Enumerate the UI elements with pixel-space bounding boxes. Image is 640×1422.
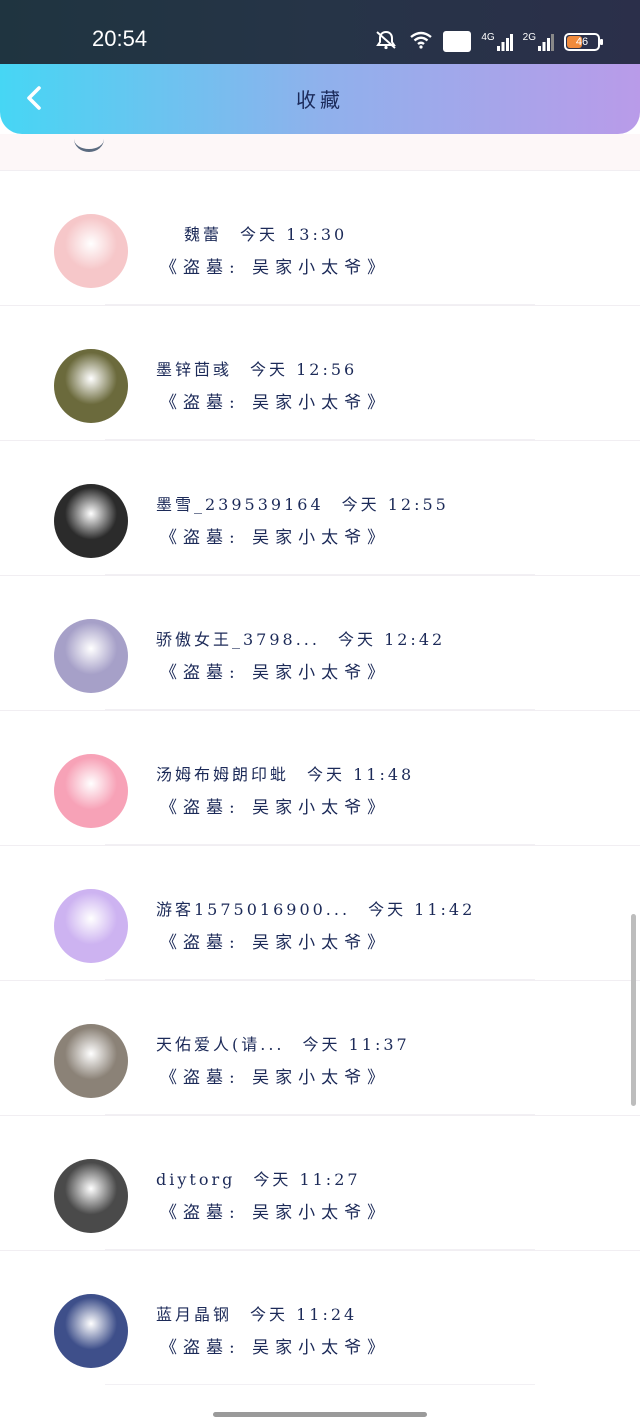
user-name[interactable]: 墨锌茴彧 (156, 360, 232, 379)
book-title[interactable]: 《盗墓: 吴家小太爷》 (160, 928, 390, 953)
user-name[interactable]: 魏蕾 (184, 225, 222, 244)
timestamp: 今天 12:42 (337, 630, 446, 649)
list-item[interactable]: 魏蕾 今天 13:30 《盗墓: 吴家小太爷》 (0, 170, 640, 305)
item-meta: 墨锌茴彧 今天 12:56 (156, 356, 357, 380)
user-name[interactable]: 墨雪_239539164 (156, 495, 324, 514)
battery-level: 46 (575, 35, 589, 48)
timestamp: 今天 11:48 (307, 765, 415, 784)
user-name[interactable]: 游客1575016900... (156, 900, 350, 919)
book-title[interactable]: 《盗墓: 吴家小太爷》 (160, 793, 390, 818)
user-name[interactable]: 汤姆布姆朗印蚍 (156, 765, 289, 784)
item-meta: 魏蕾 今天 13:30 (156, 221, 347, 245)
timestamp: 今天 13:30 (240, 225, 348, 244)
item-meta: 骄傲女王_3798... 今天 12:42 (156, 626, 445, 650)
avatar[interactable] (54, 889, 128, 963)
bell-off-icon (373, 30, 399, 53)
partial-avatar (74, 134, 104, 152)
timestamp: 今天 11:27 (253, 1170, 361, 1189)
list-item[interactable]: 汤姆布姆朗印蚍 今天 11:48 《盗墓: 吴家小太爷》 (0, 710, 640, 845)
list-item[interactable]: 骄傲女王_3798... 今天 12:42 《盗墓: 吴家小太爷》 (0, 575, 640, 710)
favorites-list[interactable]: 魏蕾 今天 13:30 《盗墓: 吴家小太爷》 墨锌茴彧 今天 12:56 《盗墓: 吴家… (0, 134, 640, 1422)
user-name[interactable]: 天佑爱人(请... (156, 1035, 285, 1054)
scrollbar[interactable] (631, 914, 636, 1106)
avatar[interactable] (54, 484, 128, 558)
user-name[interactable]: 骄傲女王_3798... (156, 630, 320, 649)
avatar[interactable] (54, 754, 128, 828)
status-icons: HD 4G 2G 46 (373, 30, 603, 53)
timestamp: 今天 12:56 (250, 360, 358, 379)
avatar[interactable] (54, 214, 128, 288)
item-meta: 天佑爱人(请... 今天 11:37 (156, 1031, 410, 1055)
item-meta: 汤姆布姆朗印蚍 今天 11:48 (156, 761, 414, 785)
timestamp: 今天 11:42 (368, 900, 476, 919)
header-bar: 收藏 (0, 64, 640, 134)
avatar[interactable] (54, 1159, 128, 1233)
item-meta: 游客1575016900... 今天 11:42 (156, 896, 475, 920)
list-item[interactable]: 墨雪_239539164 今天 12:55 《盗墓: 吴家小太爷》 (0, 440, 640, 575)
book-title[interactable]: 《盗墓: 吴家小太爷》 (160, 1333, 390, 1358)
avatar[interactable] (54, 1294, 128, 1368)
avatar[interactable] (54, 349, 128, 423)
list-item[interactable]: 蓝月晶钢 今天 11:24 《盗墓: 吴家小太爷》 (0, 1250, 640, 1385)
wifi-icon (409, 31, 433, 52)
signal-2g-icon: 2G (522, 31, 554, 51)
user-name[interactable]: 蓝月晶钢 (156, 1305, 232, 1324)
items-container: 魏蕾 今天 13:30 《盗墓: 吴家小太爷》 墨锌茴彧 今天 12:56 《盗墓: 吴家… (0, 170, 640, 1385)
book-title[interactable]: 《盗墓: 吴家小太爷》 (160, 388, 390, 413)
item-meta: 墨雪_239539164 今天 12:55 (156, 491, 449, 515)
list-item[interactable]: 天佑爱人(请... 今天 11:37 《盗墓: 吴家小太爷》 (0, 980, 640, 1115)
hd-badge: HD (442, 31, 472, 52)
book-title[interactable]: 《盗墓: 吴家小太爷》 (160, 658, 390, 683)
book-title[interactable]: 《盗墓: 吴家小太爷》 (160, 1198, 390, 1223)
status-time: 20:54 (92, 26, 148, 51)
page-title: 收藏 (296, 88, 344, 112)
timestamp: 今天 12:55 (341, 495, 449, 514)
timestamp: 今天 11:37 (302, 1035, 410, 1054)
list-item[interactable]: 游客1575016900... 今天 11:42 《盗墓: 吴家小太爷》 (0, 845, 640, 980)
list-top-strip (0, 134, 640, 170)
battery-icon: 46 (564, 32, 603, 51)
book-title[interactable]: 《盗墓: 吴家小太爷》 (160, 1063, 390, 1088)
item-meta: diytorg 今天 11:27 (156, 1166, 361, 1190)
signal-2g-label: 2G (522, 31, 536, 43)
timestamp: 今天 11:24 (250, 1305, 358, 1324)
book-title[interactable]: 《盗墓: 吴家小太爷》 (160, 523, 390, 548)
avatar[interactable] (54, 1024, 128, 1098)
list-item[interactable]: 墨锌茴彧 今天 12:56 《盗墓: 吴家小太爷》 (0, 305, 640, 440)
item-meta: 蓝月晶钢 今天 11:24 (156, 1301, 357, 1325)
avatar[interactable] (54, 619, 128, 693)
book-title[interactable]: 《盗墓: 吴家小太爷》 (160, 253, 390, 278)
list-item[interactable]: diytorg 今天 11:27 《盗墓: 吴家小太爷》 (0, 1115, 640, 1250)
user-name[interactable]: diytorg (156, 1170, 235, 1189)
signal-4g-label: 4G (481, 31, 495, 43)
home-indicator[interactable] (213, 1412, 427, 1417)
signal-4g-icon: 4G (481, 31, 513, 51)
